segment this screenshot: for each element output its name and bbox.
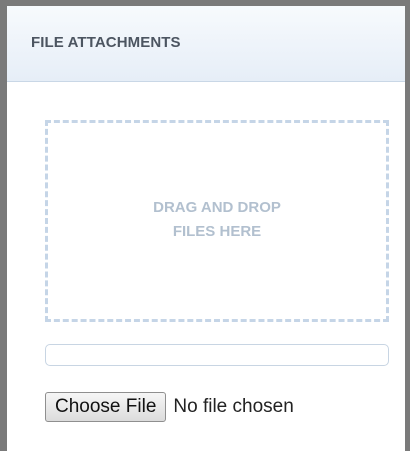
drop-zone-label: DRAG AND DROP FILES HERE [48,196,386,244]
drop-zone-line-1: DRAG AND DROP [153,199,281,216]
drop-zone-line-2: FILES HERE [172,223,262,240]
panel-header: FILE ATTACHMENTS [7,6,405,82]
choose-file-button[interactable]: Choose File [45,392,167,422]
file-input-row: Choose File No file chosen [45,392,294,422]
panel-body: DRAG AND DROP FILES HERE Choose File No … [7,82,405,451]
upload-progress-bar [45,344,389,366]
panel-title: FILE ATTACHMENTS [31,34,181,51]
file-attachments-panel: FILE ATTACHMENTS DRAG AND DROP FILES HER… [0,0,410,451]
file-status-text: No file chosen [173,396,294,417]
drop-zone[interactable]: DRAG AND DROP FILES HERE [45,120,389,322]
